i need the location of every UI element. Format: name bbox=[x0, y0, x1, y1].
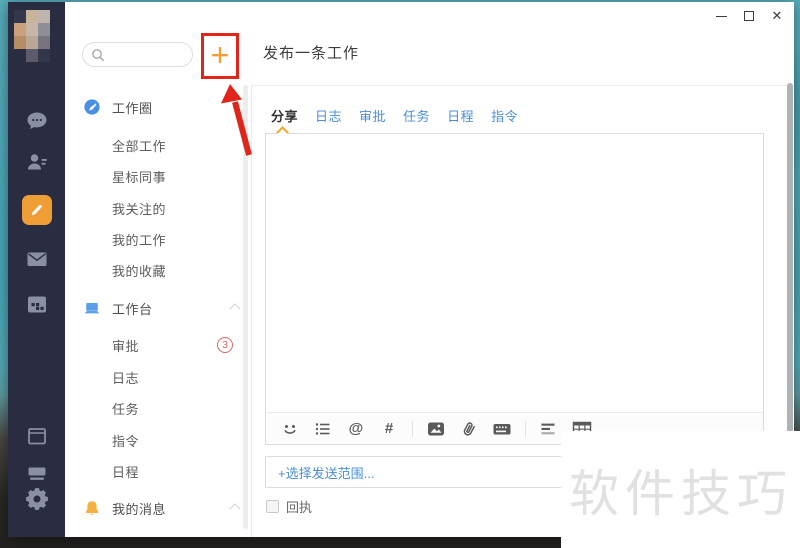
nav-label: 工作圈 bbox=[112, 100, 153, 116]
maximize-icon bbox=[744, 11, 754, 21]
search-icon bbox=[92, 48, 105, 61]
emoji-icon[interactable] bbox=[280, 419, 300, 439]
chevron-up-icon[interactable] bbox=[229, 503, 241, 515]
nav-item-directive[interactable]: 指令 bbox=[65, 425, 251, 455]
align-icon[interactable] bbox=[539, 419, 559, 439]
watermark-text: 软件技巧 bbox=[569, 465, 793, 522]
nav-item-following[interactable]: 我关注的 bbox=[65, 193, 251, 223]
nav-section-workbench[interactable]: 工作台 bbox=[65, 293, 251, 323]
receipt-label: 回执 bbox=[286, 500, 313, 515]
annotation-highlight-box bbox=[201, 33, 239, 79]
search-box[interactable] bbox=[82, 42, 193, 67]
settings-gear-icon[interactable] bbox=[25, 487, 49, 511]
approval-count-badge: 3 bbox=[217, 337, 233, 353]
chat-icon[interactable] bbox=[25, 109, 49, 133]
divider bbox=[252, 85, 794, 86]
nav-label: 我的收藏 bbox=[112, 263, 167, 279]
nav-section-my-messages[interactable]: 我的消息 bbox=[65, 493, 251, 523]
nav-item-all-work[interactable]: 全部工作 bbox=[65, 130, 251, 160]
avatar[interactable] bbox=[14, 10, 50, 62]
close-button[interactable]: ✕ bbox=[770, 8, 784, 23]
tab-directive[interactable]: 指令 bbox=[491, 106, 518, 125]
search-input[interactable] bbox=[105, 47, 185, 62]
compose-icon-active[interactable] bbox=[21, 195, 52, 225]
attachment-icon[interactable] bbox=[459, 419, 479, 439]
maximize-button[interactable] bbox=[742, 9, 756, 23]
tab-journal[interactable]: 日志 bbox=[315, 106, 342, 125]
nav-item-approval[interactable]: 审批 3 bbox=[65, 330, 251, 360]
compose-textarea[interactable] bbox=[266, 134, 763, 413]
nav-item-starred-colleagues[interactable]: 星标同事 bbox=[65, 161, 251, 191]
nav-label: 日程 bbox=[112, 464, 140, 480]
contacts-icon[interactable] bbox=[25, 150, 49, 174]
panel-divider bbox=[251, 85, 252, 537]
toolbar-separator bbox=[412, 420, 413, 437]
calendar-icon[interactable] bbox=[25, 292, 49, 316]
keyboard-icon[interactable] bbox=[492, 419, 512, 439]
nav-label: 我的消息 bbox=[112, 501, 167, 517]
desktop-background: ✕ + 工作圈 全部工作 星标同事 我关注的 我的工作 我的收藏 工作台 审批 … bbox=[0, 0, 800, 548]
page-title: 发布一条工作 bbox=[263, 45, 360, 62]
tab-schedule[interactable]: 日程 bbox=[447, 106, 474, 125]
nav-item-journal[interactable]: 日志 bbox=[65, 362, 251, 392]
tab-approval[interactable]: 审批 bbox=[359, 106, 386, 125]
compose-panel: @ # bbox=[265, 133, 764, 445]
nav-label: 我关注的 bbox=[112, 201, 167, 217]
nav-item-schedule[interactable]: 日程 bbox=[65, 456, 251, 486]
nav-label: 星标同事 bbox=[112, 169, 167, 185]
nav-label: 日志 bbox=[112, 370, 140, 386]
nav-label: 任务 bbox=[112, 401, 140, 417]
nav-label: 指令 bbox=[112, 433, 140, 449]
minimize-icon bbox=[715, 15, 727, 17]
nav-item-my-favorites[interactable]: 我的收藏 bbox=[65, 255, 251, 285]
watermark-box: 软件技巧 bbox=[561, 431, 800, 548]
nav-label: 全部工作 bbox=[112, 138, 167, 154]
tab-share[interactable]: 分享 bbox=[271, 106, 298, 125]
window-controls: ✕ bbox=[714, 2, 784, 30]
receipt-option: 回执 bbox=[266, 497, 312, 516]
mail-icon[interactable] bbox=[25, 247, 49, 271]
minimize-button[interactable] bbox=[714, 9, 728, 23]
work-circle-icon bbox=[84, 99, 100, 115]
hashtag-icon[interactable]: # bbox=[379, 419, 399, 439]
compose-tabs: 分享 日志 审批 任务 日程 指令 bbox=[271, 98, 518, 132]
drive-icon[interactable] bbox=[25, 461, 49, 485]
workbench-icon bbox=[84, 303, 100, 314]
mention-icon[interactable]: @ bbox=[346, 419, 366, 439]
chevron-up-icon[interactable] bbox=[229, 303, 241, 315]
bell-icon bbox=[85, 501, 99, 515]
list-icon[interactable] bbox=[313, 419, 333, 439]
nav-label: 审批 bbox=[112, 338, 140, 354]
toolbar-separator bbox=[525, 420, 526, 437]
nav-label: 我的工作 bbox=[112, 232, 167, 248]
workspace-icon[interactable] bbox=[25, 424, 49, 448]
select-send-scope-label: +选择发送范围... bbox=[278, 465, 375, 481]
image-icon[interactable] bbox=[426, 419, 446, 439]
receipt-checkbox[interactable] bbox=[266, 500, 279, 513]
main-scrollbar[interactable] bbox=[787, 83, 793, 433]
tab-task[interactable]: 任务 bbox=[403, 106, 430, 125]
nav-item-my-work[interactable]: 我的工作 bbox=[65, 224, 251, 254]
nav-label: 工作台 bbox=[112, 301, 153, 317]
nav-item-task[interactable]: 任务 bbox=[65, 393, 251, 423]
nav-section-work-circle[interactable]: 工作圈 bbox=[65, 92, 251, 122]
app-rail bbox=[8, 2, 65, 537]
